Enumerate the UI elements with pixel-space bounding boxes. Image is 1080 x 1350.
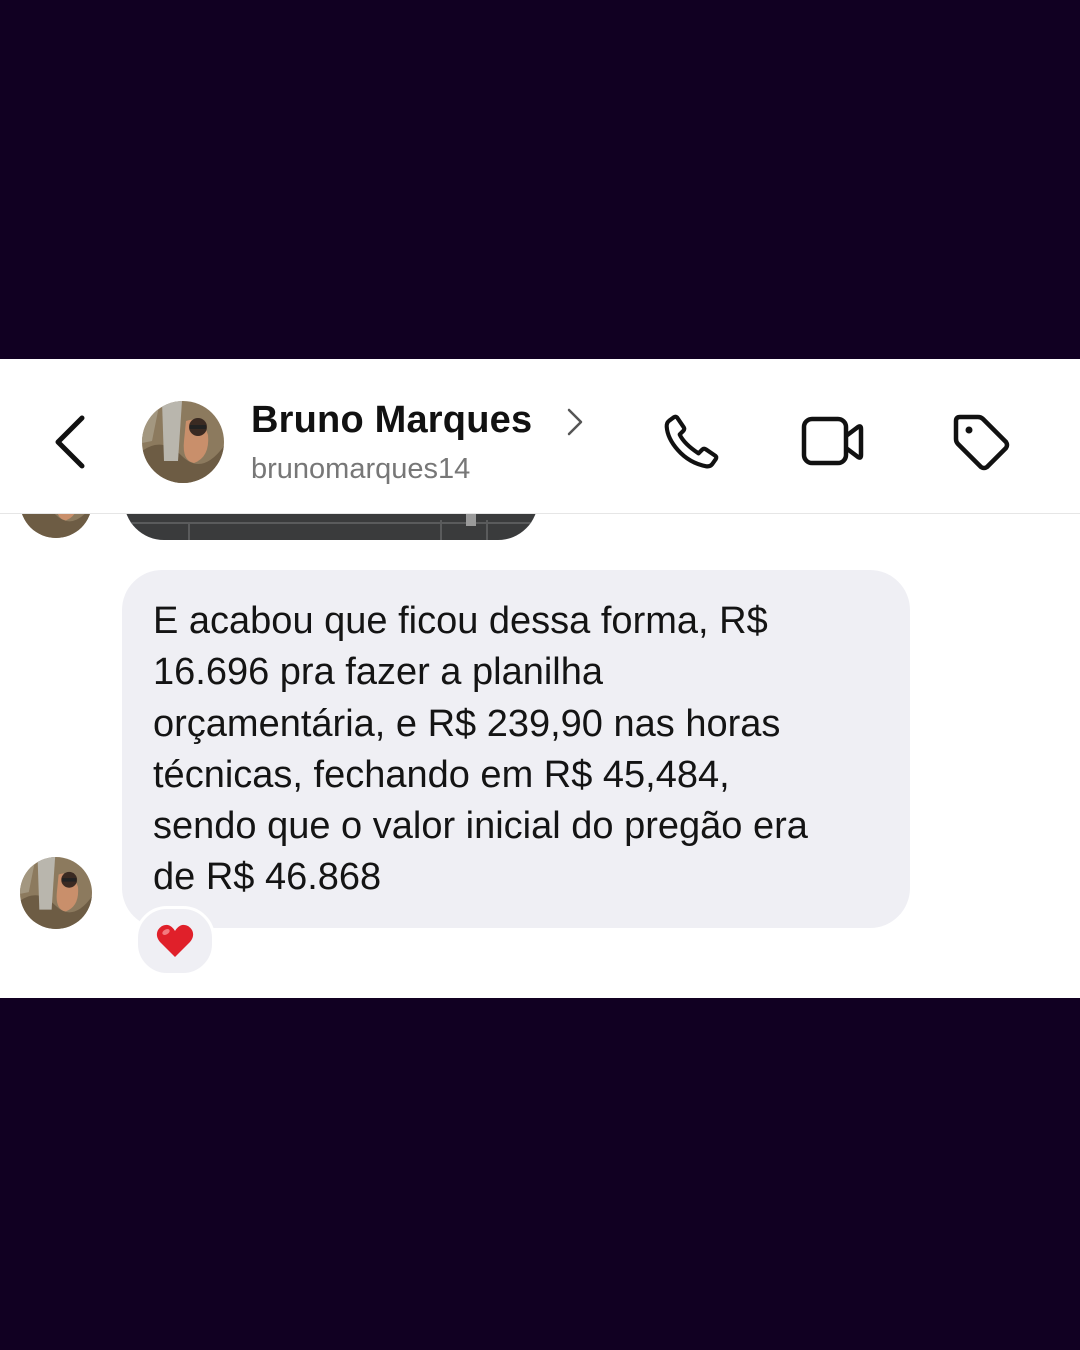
frame-bottom-bar	[0, 998, 1080, 1350]
avatar[interactable]	[142, 401, 224, 483]
frame-top-bar	[0, 0, 1080, 359]
back-button[interactable]	[40, 407, 100, 477]
contact-name[interactable]: Bruno Marques	[251, 399, 532, 442]
message-bubble[interactable]: E acabou que ficou dessa forma, R$ 16.69…	[122, 570, 910, 928]
video-call-button[interactable]	[800, 409, 866, 475]
conversation-header: Bruno Marques brunomarques14	[0, 359, 1080, 514]
chevron-left-icon	[55, 415, 85, 469]
message-thread: E acabou que ficou dessa forma, R$ 16.69…	[0, 514, 1080, 998]
chevron-right-icon[interactable]	[562, 405, 588, 439]
reaction-badge[interactable]	[135, 906, 215, 976]
dm-screen: Bruno Marques brunomarques14 E acabou qu…	[0, 359, 1080, 998]
voice-call-button[interactable]	[658, 409, 724, 475]
avatar[interactable]	[20, 857, 92, 929]
tag-button[interactable]	[948, 409, 1014, 475]
avatar[interactable]	[20, 514, 92, 538]
video-camera-icon	[801, 416, 864, 466]
message-text: E acabou que ficou dessa forma, R$ 16.69…	[153, 600, 808, 899]
contact-handle[interactable]: brunomarques14	[251, 453, 470, 486]
tag-icon	[953, 414, 1010, 471]
heart-icon	[156, 924, 194, 957]
phone-icon	[664, 414, 719, 469]
image-message[interactable]	[124, 514, 538, 540]
